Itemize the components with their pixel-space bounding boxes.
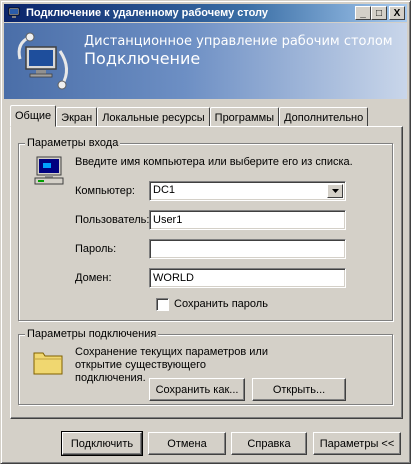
- window-title: Подключение к удаленному рабочему столу: [26, 7, 269, 19]
- tab-programs[interactable]: Программы: [209, 107, 280, 127]
- save-as-button[interactable]: Сохранить как...: [149, 378, 245, 401]
- title-bar[interactable]: Подключение к удаленному рабочему столу …: [4, 4, 407, 22]
- tab-general[interactable]: Общие: [10, 105, 57, 127]
- domain-input[interactable]: [149, 268, 346, 288]
- domain-label: Домен:: [75, 272, 112, 284]
- computer-value: DC1: [153, 184, 176, 196]
- tab-display[interactable]: Экран: [56, 107, 98, 127]
- connection-settings-group: Параметры подключения Сохранение текущих…: [18, 328, 393, 405]
- header-banner: Дистанционное управление рабочим столом …: [4, 23, 407, 99]
- connect-button[interactable]: Подключить: [61, 431, 143, 456]
- folder-icon: [33, 352, 63, 375]
- options-button[interactable]: Параметры <<: [313, 432, 401, 455]
- rdp-window: Подключение к удаленному рабочему столу …: [0, 0, 411, 464]
- tab-panel-general: Параметры входа Введите имя компьютера и…: [10, 126, 403, 419]
- minimize-button[interactable]: _: [355, 6, 371, 20]
- tab-strip: Общие Экран Локальные ресурсы Программы …: [10, 105, 369, 127]
- computer-icon: [34, 156, 64, 185]
- title-buttons: _ □ X: [355, 6, 405, 20]
- chevron-down-icon: [331, 189, 339, 193]
- close-button[interactable]: X: [389, 6, 405, 20]
- computer-combobox[interactable]: DC1: [149, 181, 346, 201]
- dropdown-arrow-button[interactable]: [327, 184, 343, 198]
- password-label: Пароль:: [75, 243, 117, 255]
- tab-local-resources[interactable]: Локальные ресурсы: [97, 107, 210, 127]
- help-button[interactable]: Справка: [231, 432, 307, 455]
- remote-desktop-logo-icon: [17, 32, 68, 90]
- connection-settings-legend: Параметры подключения: [25, 328, 159, 340]
- open-button[interactable]: Открыть...: [252, 378, 346, 401]
- maximize-button[interactable]: □: [371, 6, 387, 20]
- logon-hint-text: Введите имя компьютера или выберите его …: [75, 156, 353, 168]
- logon-settings-legend: Параметры входа: [25, 137, 121, 149]
- save-password-checkbox[interactable]: [156, 298, 169, 311]
- save-password-label[interactable]: Сохранить пароль: [174, 298, 268, 310]
- password-input[interactable]: [149, 239, 346, 259]
- computer-label: Компьютер:: [75, 185, 135, 197]
- logon-settings-group: Параметры входа Введите имя компьютера и…: [18, 137, 393, 321]
- cancel-button[interactable]: Отмена: [148, 432, 226, 455]
- tab-advanced[interactable]: Дополнительно: [279, 107, 369, 127]
- banner-subtitle: Дистанционное управление рабочим столом: [84, 34, 393, 49]
- username-label: Пользователь:: [75, 214, 150, 226]
- username-input[interactable]: [149, 210, 346, 230]
- remote-desktop-icon: [8, 6, 22, 20]
- banner-title: Подключение: [84, 49, 201, 68]
